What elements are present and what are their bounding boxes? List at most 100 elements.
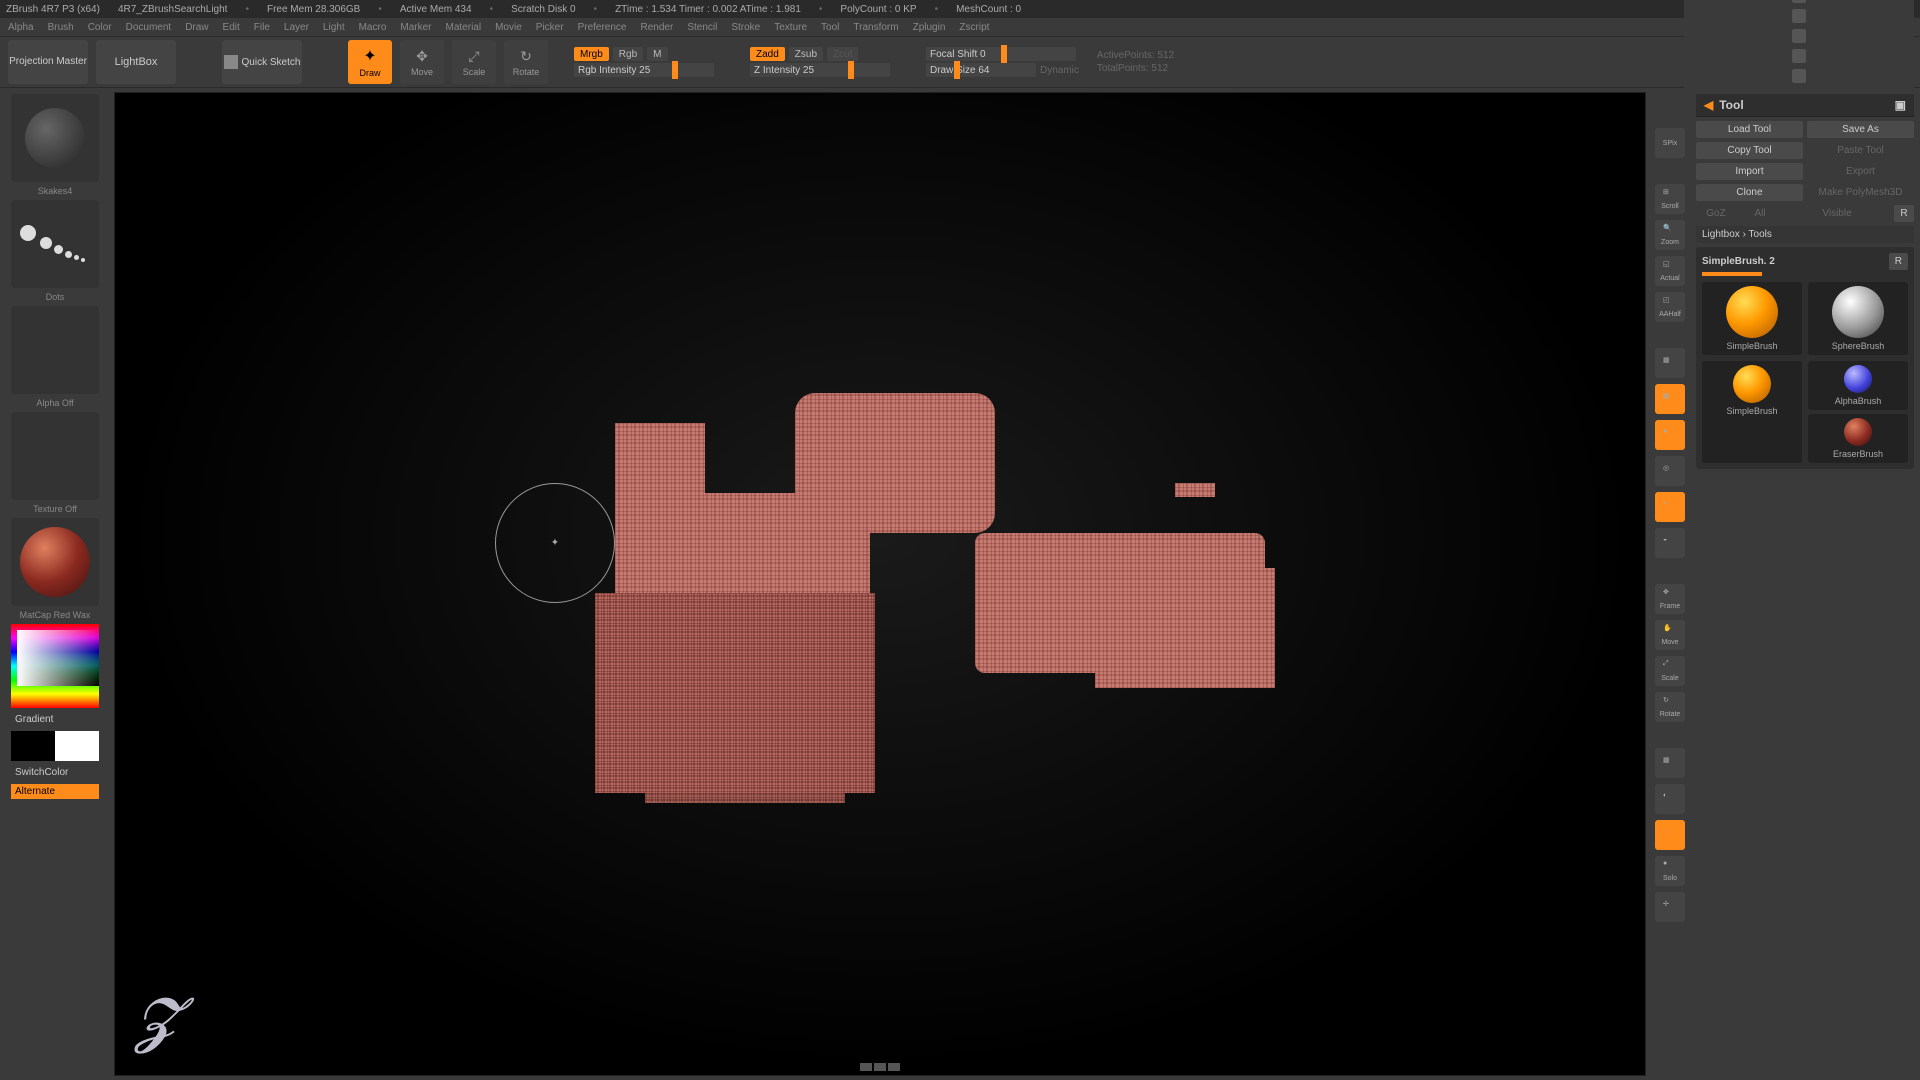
projection-master-button[interactable]: Projection Master xyxy=(8,40,88,84)
lightbox-button[interactable]: LightBox xyxy=(96,40,176,84)
focal-shift-label: Focal Shift 0 xyxy=(930,49,986,60)
menu-macro[interactable]: Macro xyxy=(359,22,387,33)
spix-button[interactable]: SPix xyxy=(1655,128,1685,158)
zsub-button[interactable]: Zsub xyxy=(789,47,823,61)
tool-item-alpha[interactable]: AlphaBrush xyxy=(1808,361,1908,410)
solo-button[interactable]: ●Solo xyxy=(1655,856,1685,886)
lightbox-tools-header[interactable]: Lightbox › Tools xyxy=(1696,226,1914,243)
menu-tool[interactable]: Tool xyxy=(821,22,839,33)
color-picker[interactable] xyxy=(11,624,99,708)
gradient-swatches[interactable] xyxy=(11,731,99,761)
menu-layer[interactable]: Layer xyxy=(284,22,309,33)
goz-all-button[interactable]: All xyxy=(1740,205,1780,222)
rotate-mode-button[interactable]: ↻Rotate xyxy=(504,40,548,84)
polyf-button[interactable]: ▦ xyxy=(1655,748,1685,778)
menu-picker[interactable]: Picker xyxy=(536,22,564,33)
timeline-strip[interactable] xyxy=(860,1063,900,1071)
texture-thumbnail[interactable] xyxy=(11,412,99,500)
tool-r-button[interactable]: R xyxy=(1889,253,1908,270)
dynamic-toggle[interactable]: Dynamic xyxy=(1040,65,1079,76)
menu-stencil[interactable]: Stencil xyxy=(687,22,717,33)
cam-button[interactable]: ◒ xyxy=(1655,528,1685,558)
menu-zplugin[interactable]: Zplugin xyxy=(913,22,946,33)
export-button[interactable]: Export xyxy=(1807,163,1914,180)
menu-movie[interactable]: Movie xyxy=(495,22,522,33)
menu-file[interactable]: File xyxy=(254,22,270,33)
tool-panel-header[interactable]: ◀Tool ▣ xyxy=(1696,94,1914,117)
window-icon[interactable] xyxy=(1792,29,1806,43)
menu-stroke[interactable]: Stroke xyxy=(731,22,760,33)
floor-button[interactable]: ▦ xyxy=(1655,384,1685,414)
actual-button[interactable]: ◱Actual xyxy=(1655,256,1685,286)
menu-light[interactable]: Light xyxy=(323,22,345,33)
stroke-thumbnail[interactable] xyxy=(11,200,99,288)
tool-item-simple2[interactable]: SimpleBrush xyxy=(1702,361,1802,463)
menu-document[interactable]: Document xyxy=(126,22,172,33)
menu-alpha[interactable]: Alpha xyxy=(8,22,34,33)
menu-preference[interactable]: Preference xyxy=(578,22,627,33)
quick-sketch-button[interactable]: Quick Sketch xyxy=(222,40,302,84)
import-button[interactable]: Import xyxy=(1696,163,1803,180)
nav-scale-button[interactable]: ⤢Scale xyxy=(1655,656,1685,686)
z-intensity-slider[interactable]: Z Intensity 25 xyxy=(750,63,890,77)
draw-mode-button[interactable]: ✦Draw xyxy=(348,40,392,84)
load-tool-button[interactable]: Load Tool xyxy=(1696,121,1803,138)
viewport[interactable]: 𝓩 xyxy=(114,92,1646,1076)
clone-button[interactable]: Clone xyxy=(1696,184,1803,201)
gradient-button[interactable]: Gradient xyxy=(11,712,99,727)
minimize-icon[interactable] xyxy=(1792,69,1806,83)
lconst-button[interactable]: ◐ xyxy=(1655,492,1685,522)
menu-edit[interactable]: Edit xyxy=(223,22,240,33)
focal-shift-slider[interactable]: Focal Shift 0 xyxy=(926,47,1076,61)
zcut-button[interactable]: Zcut xyxy=(827,47,858,61)
scale-mode-button[interactable]: ⤢Scale xyxy=(452,40,496,84)
move-mode-button[interactable]: ✥Move xyxy=(400,40,444,84)
tool-item-eraser[interactable]: EraserBrush xyxy=(1808,414,1908,463)
goz-visible-button[interactable]: Visible xyxy=(1784,205,1890,222)
xpose-button[interactable]: ✢ xyxy=(1655,892,1685,922)
persp-button[interactable]: ▦ xyxy=(1655,348,1685,378)
draw-size-slider[interactable]: Draw Size 64 xyxy=(926,63,1036,77)
alternate-button[interactable]: Alternate xyxy=(11,784,99,799)
ghost-button[interactable]: ◌ xyxy=(1655,820,1685,850)
m-button[interactable]: M xyxy=(647,47,667,61)
lock-button[interactable]: ◎ xyxy=(1655,456,1685,486)
nav-rotate-button[interactable]: ↻Rotate xyxy=(1655,692,1685,722)
menu-material[interactable]: Material xyxy=(446,22,482,33)
mrgb-button[interactable]: Mrgb xyxy=(574,47,609,61)
menu-render[interactable]: Render xyxy=(641,22,674,33)
paste-tool-button[interactable]: Paste Tool xyxy=(1807,142,1914,159)
material-thumbnail[interactable] xyxy=(11,518,99,606)
r-button[interactable]: R xyxy=(1894,205,1914,222)
menu-color[interactable]: Color xyxy=(88,22,112,33)
nav-move-button[interactable]: ✋Move xyxy=(1655,620,1685,650)
goz-button[interactable]: GoZ xyxy=(1696,205,1736,222)
menu-draw[interactable]: Draw xyxy=(185,22,208,33)
menu-transform[interactable]: Transform xyxy=(853,22,898,33)
pencil-icon xyxy=(224,55,238,69)
menu-marker[interactable]: Marker xyxy=(400,22,431,33)
alpha-thumbnail[interactable] xyxy=(11,306,99,394)
aahalf-button[interactable]: ◰AAHalf xyxy=(1655,292,1685,322)
make-polymesh-button[interactable]: Make PolyMesh3D xyxy=(1807,184,1914,201)
window-icon[interactable] xyxy=(1792,0,1806,3)
switch-color-button[interactable]: SwitchColor xyxy=(11,765,99,780)
brush-thumbnail[interactable] xyxy=(11,94,99,182)
frame-button[interactable]: ✥Frame xyxy=(1655,584,1685,614)
local-button[interactable]: ● xyxy=(1655,420,1685,450)
save-as-button[interactable]: Save As xyxy=(1807,121,1914,138)
tool-item-current[interactable]: SimpleBrush xyxy=(1702,282,1802,355)
rgb-intensity-slider[interactable]: Rgb Intensity 25 xyxy=(574,63,714,77)
rgb-button[interactable]: Rgb xyxy=(613,47,643,61)
menu-brush[interactable]: Brush xyxy=(48,22,74,33)
window-icon[interactable] xyxy=(1792,49,1806,63)
transp-button[interactable]: ◐ xyxy=(1655,784,1685,814)
tool-item-sphere[interactable]: SphereBrush xyxy=(1808,282,1908,355)
zoom-button[interactable]: 🔍Zoom xyxy=(1655,220,1685,250)
copy-tool-button[interactable]: Copy Tool xyxy=(1696,142,1803,159)
menu-zscript[interactable]: Zscript xyxy=(959,22,989,33)
window-icon[interactable] xyxy=(1792,9,1806,23)
zadd-button[interactable]: Zadd xyxy=(750,47,785,61)
menu-texture[interactable]: Texture xyxy=(774,22,807,33)
scroll-button[interactable]: ⊞Scroll xyxy=(1655,184,1685,214)
